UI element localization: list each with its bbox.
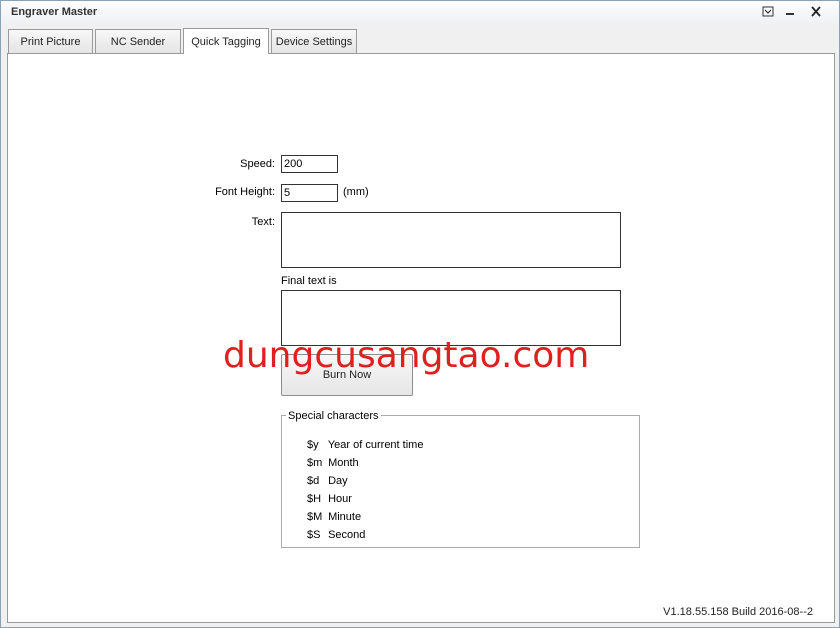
special-char-description: Day: [328, 475, 348, 487]
tab-quick-tagging[interactable]: Quick Tagging: [183, 28, 269, 54]
tab-print-picture[interactable]: Print Picture: [8, 29, 93, 53]
special-char-description: Hour: [328, 493, 352, 505]
pin-icon[interactable]: [758, 4, 778, 19]
special-char-row: $y Year of current time: [307, 439, 423, 451]
font-height-label: Font Height:: [215, 186, 275, 198]
special-char-code: $d: [307, 475, 320, 487]
special-char-description: Second: [328, 529, 366, 541]
minimize-icon[interactable]: [780, 4, 800, 19]
special-char-row: $M Minute: [307, 511, 361, 523]
final-text-label: Final text is: [281, 275, 337, 287]
special-char-row: $S Second: [307, 529, 365, 541]
special-char-row: $d Day: [307, 475, 348, 487]
app-window: Engraver Master Print Picture NC Sender …: [0, 0, 840, 628]
tab-nc-sender[interactable]: NC Sender: [95, 29, 181, 53]
font-height-unit: (mm): [343, 186, 369, 198]
special-char-description: Minute: [328, 511, 362, 523]
special-char-code: $M: [307, 511, 323, 523]
special-char-description: Month: [328, 457, 359, 469]
special-char-row: $H Hour: [307, 493, 352, 505]
special-char-row: $m Month: [307, 457, 359, 469]
font-height-input[interactable]: [281, 184, 338, 202]
window-title: Engraver Master: [11, 6, 98, 18]
special-characters-title: Special characters: [286, 410, 381, 422]
text-label: Text:: [251, 216, 275, 228]
special-char-code: $H: [307, 493, 322, 505]
watermark-text: dungcusangtao.com: [223, 335, 590, 376]
tab-device-settings[interactable]: Device Settings: [271, 29, 357, 53]
special-char-code: $S: [307, 529, 321, 541]
special-char-code: $y: [307, 439, 319, 451]
version-label: V1.18.55.158 Build 2016-08--2: [663, 606, 813, 618]
special-char-code: $m: [307, 457, 323, 469]
tab-bar: Print Picture NC Sender Quick Tagging De…: [7, 28, 837, 54]
close-icon[interactable]: [806, 4, 826, 19]
speed-input[interactable]: [281, 155, 338, 173]
title-bar[interactable]: Engraver Master: [1, 1, 839, 25]
text-input[interactable]: [281, 212, 621, 268]
speed-label: Speed:: [240, 158, 275, 170]
special-char-description: Year of current time: [327, 439, 424, 451]
